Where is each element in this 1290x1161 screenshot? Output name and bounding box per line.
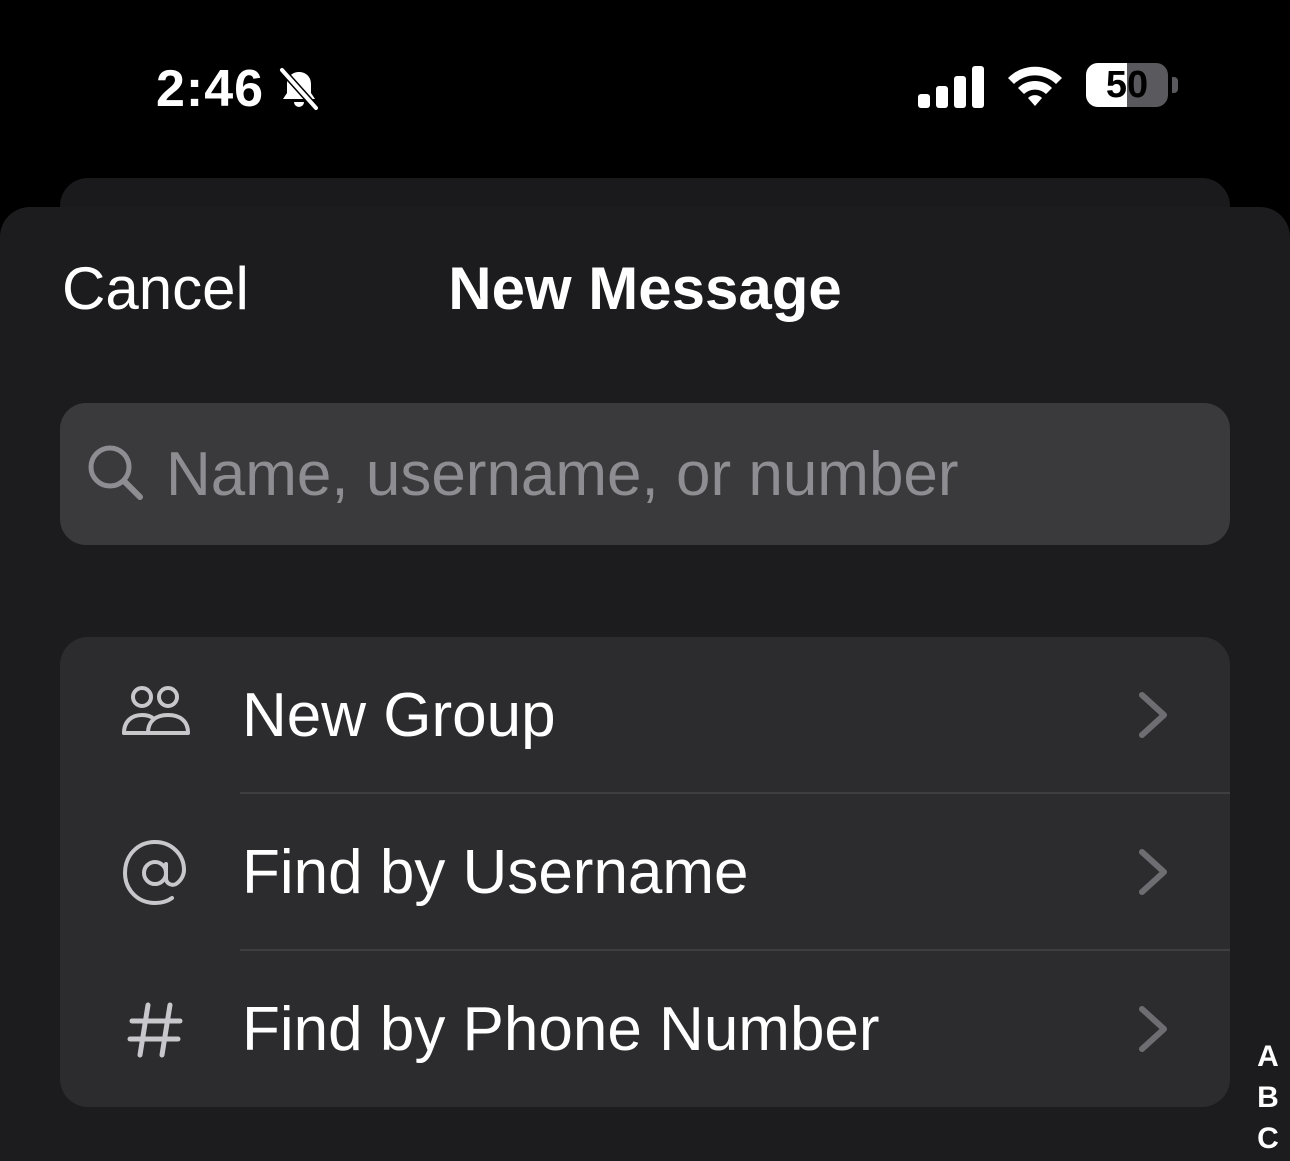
alphabet-index: A B C	[1252, 1036, 1284, 1159]
index-letter-b[interactable]: B	[1257, 1077, 1279, 1118]
menu-item-label: Find by Phone Number	[242, 995, 880, 1064]
menu-item-label: Find by Username	[242, 838, 749, 907]
battery-body: 50	[1086, 63, 1168, 107]
battery-icon: 50	[1086, 63, 1178, 109]
find-by-username-item[interactable]: Find by Username	[60, 794, 1230, 951]
menu-item-label: New Group	[242, 681, 556, 750]
at-sign-icon	[122, 840, 187, 906]
cellular-signal-icon	[918, 66, 984, 108]
wifi-icon	[1008, 66, 1062, 106]
new-message-sheet: Cancel New Message New Group	[0, 207, 1290, 1161]
chevron-right-icon	[1139, 692, 1167, 738]
page-title: New Message	[448, 255, 842, 322]
time-area: 2:46	[156, 58, 322, 120]
new-group-item[interactable]: New Group	[60, 637, 1230, 794]
search-field[interactable]	[60, 403, 1230, 545]
group-icon	[122, 686, 190, 735]
bell-slash-icon	[278, 66, 320, 112]
chevron-right-icon	[1139, 1006, 1167, 1052]
hashtag-icon	[127, 1002, 183, 1058]
status-time: 2:46	[156, 60, 265, 118]
index-letter-a[interactable]: A	[1257, 1036, 1279, 1077]
battery-level: 50	[1105, 64, 1149, 106]
battery-cap	[1172, 77, 1178, 93]
search-icon	[88, 445, 143, 500]
find-by-phone-number-item[interactable]: Find by Phone Number	[60, 951, 1230, 1107]
actions-list: New Group Find by Username Find by Phone…	[60, 637, 1230, 1107]
search-input[interactable]	[166, 403, 1206, 545]
index-letter-c[interactable]: C	[1257, 1118, 1279, 1159]
status-bar: 2:46 50	[0, 0, 1290, 178]
chevron-right-icon	[1139, 849, 1167, 895]
status-indicators: 50	[918, 60, 1178, 112]
